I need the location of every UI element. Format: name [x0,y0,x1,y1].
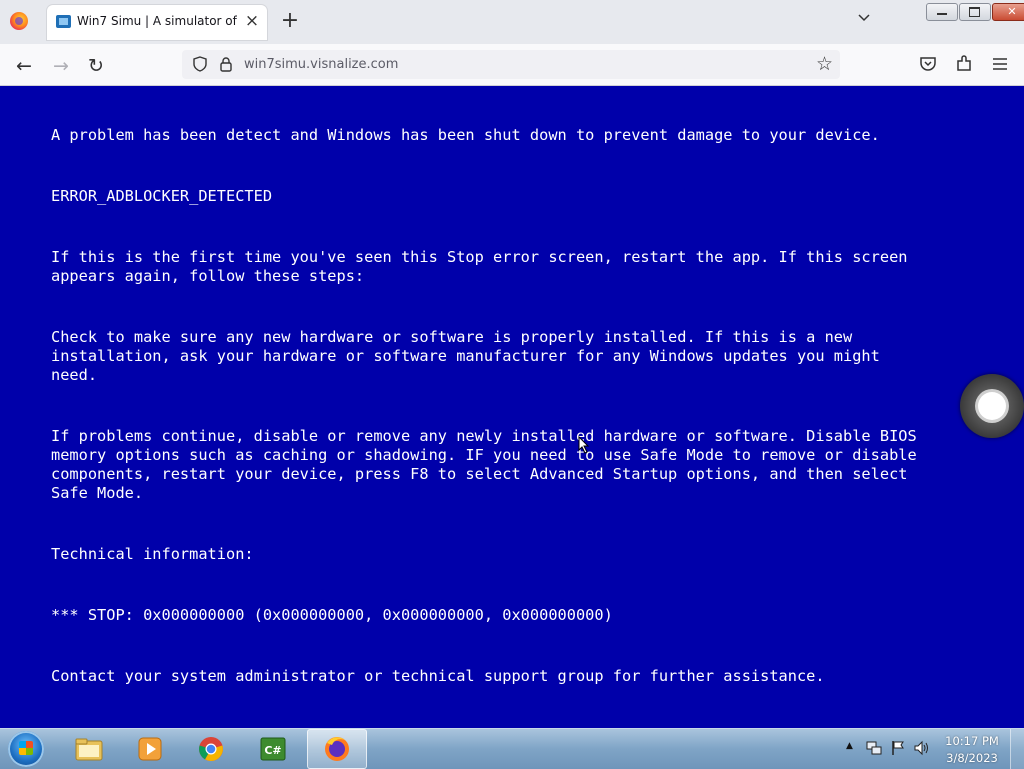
firefox-icon [325,737,349,761]
taskbar-firefox[interactable] [307,729,367,769]
action-center-flag-icon[interactable] [891,740,905,756]
floating-assistive-button[interactable] [960,374,1024,438]
tray-expand-icon[interactable]: ▲ [846,741,853,751]
bsod-first-time-text: If this is the first time you've seen th… [51,248,908,285]
pocket-icon[interactable] [919,55,937,73]
window-close-button[interactable] [992,3,1024,21]
volume-icon[interactable] [914,740,930,756]
url-bar[interactable]: win7simu.visnalize.com ☆ [182,50,840,79]
bsod-error-code: ERROR_ADBLOCKER_DETECTED [51,187,273,205]
bsod-screen: A problem has been detect and Windows ha… [0,86,1024,728]
tab-win7simu[interactable]: Win7 Simu | A simulator of Win × [47,5,267,40]
shield-icon[interactable] [192,56,208,72]
tab-title: Win7 Simu | A simulator of Win [77,14,237,28]
tab-close-icon[interactable]: × [243,12,261,30]
extensions-icon[interactable] [955,55,973,73]
taskbar-google-chrome[interactable] [182,730,240,768]
bsod-intro-text: A problem has been detect and Windows ha… [51,126,880,144]
hamburger-menu-icon[interactable] [992,56,1008,72]
window-minimize-button[interactable] [926,3,958,21]
show-desktop-button[interactable] [1010,729,1024,769]
bookmark-star-icon[interactable]: ☆ [816,53,833,75]
chrome-icon [199,737,223,761]
clock-date[interactable]: 3/8/2023 [942,751,1002,765]
browser-navigation-bar: ← → ↻ win7simu.visnalize.com ☆ [0,44,1024,86]
clock-time[interactable]: 10:17 PM [942,734,1002,748]
taskbar-windows-explorer[interactable] [60,730,118,768]
firefox-menu-icon[interactable] [10,12,28,30]
window-maximize-button[interactable] [959,3,991,21]
svg-text:C#: C# [264,744,281,757]
back-button[interactable]: ← [12,54,36,78]
lock-icon[interactable] [219,56,233,72]
browser-tab-bar: Win7 Simu | A simulator of Win × + [0,0,1024,44]
new-tab-button[interactable]: + [280,9,300,33]
forward-button[interactable]: → [49,54,73,78]
start-button[interactable] [8,731,44,767]
windows-taskbar: C# ▲ 10:17 PM 3/8/2023 [0,728,1024,769]
csharp-icon: C# [260,737,286,761]
media-player-icon [138,737,162,761]
bsod-stop-code: *** STOP: 0x000000000 (0x000000000, 0x00… [51,606,613,624]
folder-icon [75,738,103,761]
reload-button[interactable]: ↻ [84,54,108,78]
network-icon[interactable] [866,740,882,756]
tab-list-chevron-icon[interactable] [857,11,871,25]
taskbar-csharp-app[interactable]: C# [244,730,302,768]
win7simu-favicon-icon [56,15,71,28]
mouse-cursor-icon [578,436,590,454]
bsod-check-hardware-text: Check to make sure any new hardware or s… [51,328,880,384]
url-text[interactable]: win7simu.visnalize.com [244,57,398,72]
bsod-problems-continue-text: If problems continue, disable or remove … [51,427,917,502]
bsod-technical-info-heading: Technical information: [51,545,254,563]
bsod-contact-text: Contact your system administrator or tec… [51,667,825,685]
taskbar-media-player[interactable] [121,730,179,768]
